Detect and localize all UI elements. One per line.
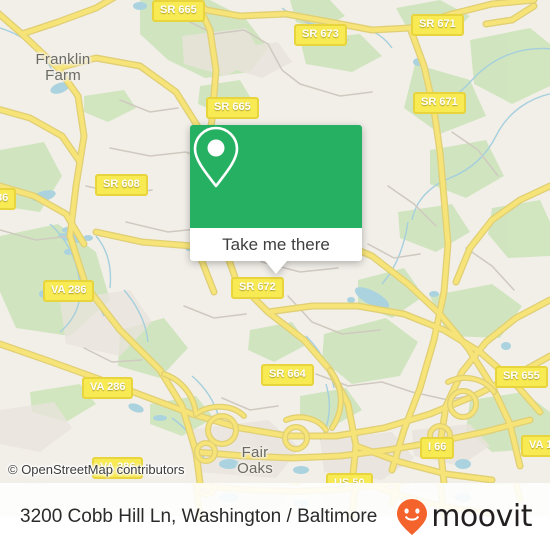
road-shield-sr-673: SR 673 xyxy=(294,24,347,46)
road-shield-sr-664: SR 664 xyxy=(261,364,314,386)
callout-tail xyxy=(265,261,287,274)
callout-header xyxy=(190,125,362,228)
road-shield-va-286-west: VA 286 xyxy=(43,280,95,302)
road-shield-sr-665: SR 665 xyxy=(206,97,259,119)
road-shield-i-66: I 66 xyxy=(420,437,455,459)
address-label: 3200 Cobb Hill Ln, Washington / Baltimor… xyxy=(20,505,378,527)
road-shield-sr-608: SR 608 xyxy=(95,174,148,196)
road-shield-sr-672: SR 672 xyxy=(231,277,284,299)
map-pin-icon xyxy=(193,126,239,188)
road-shield-us-50: US 50 xyxy=(326,473,373,483)
road-shield-sr-655: SR 655 xyxy=(495,366,548,388)
map-canvas[interactable]: Franklin Farm Fair Oaks SR 665 SR 673 SR… xyxy=(0,0,550,483)
moovit-pin-smiley-icon xyxy=(397,498,428,535)
callout-action-bar[interactable]: Take me there xyxy=(190,228,362,261)
road-shield-va-123: VA 1 xyxy=(521,435,550,457)
take-me-there-label: Take me there xyxy=(222,234,330,254)
moovit-wordmark: moovit xyxy=(431,498,532,534)
map-screenshot: Franklin Farm Fair Oaks SR 665 SR 673 SR… xyxy=(0,0,550,550)
road-shield-va-286-edge: 86 xyxy=(0,188,17,210)
road-shield-sr-665-north: SR 665 xyxy=(152,0,205,22)
road-shield-sr-671-north: SR 671 xyxy=(411,14,464,36)
take-me-there-callout[interactable]: Take me there xyxy=(190,125,362,274)
map-attribution: © OpenStreetMap contributors xyxy=(8,462,185,477)
moovit-logo[interactable]: moovit xyxy=(395,498,532,536)
road-shield-va-286-mid: VA 286 xyxy=(82,377,134,399)
road-shield-sr-671: SR 671 xyxy=(413,92,466,114)
footer-bar: 3200 Cobb Hill Ln, Washington / Baltimor… xyxy=(0,483,550,550)
